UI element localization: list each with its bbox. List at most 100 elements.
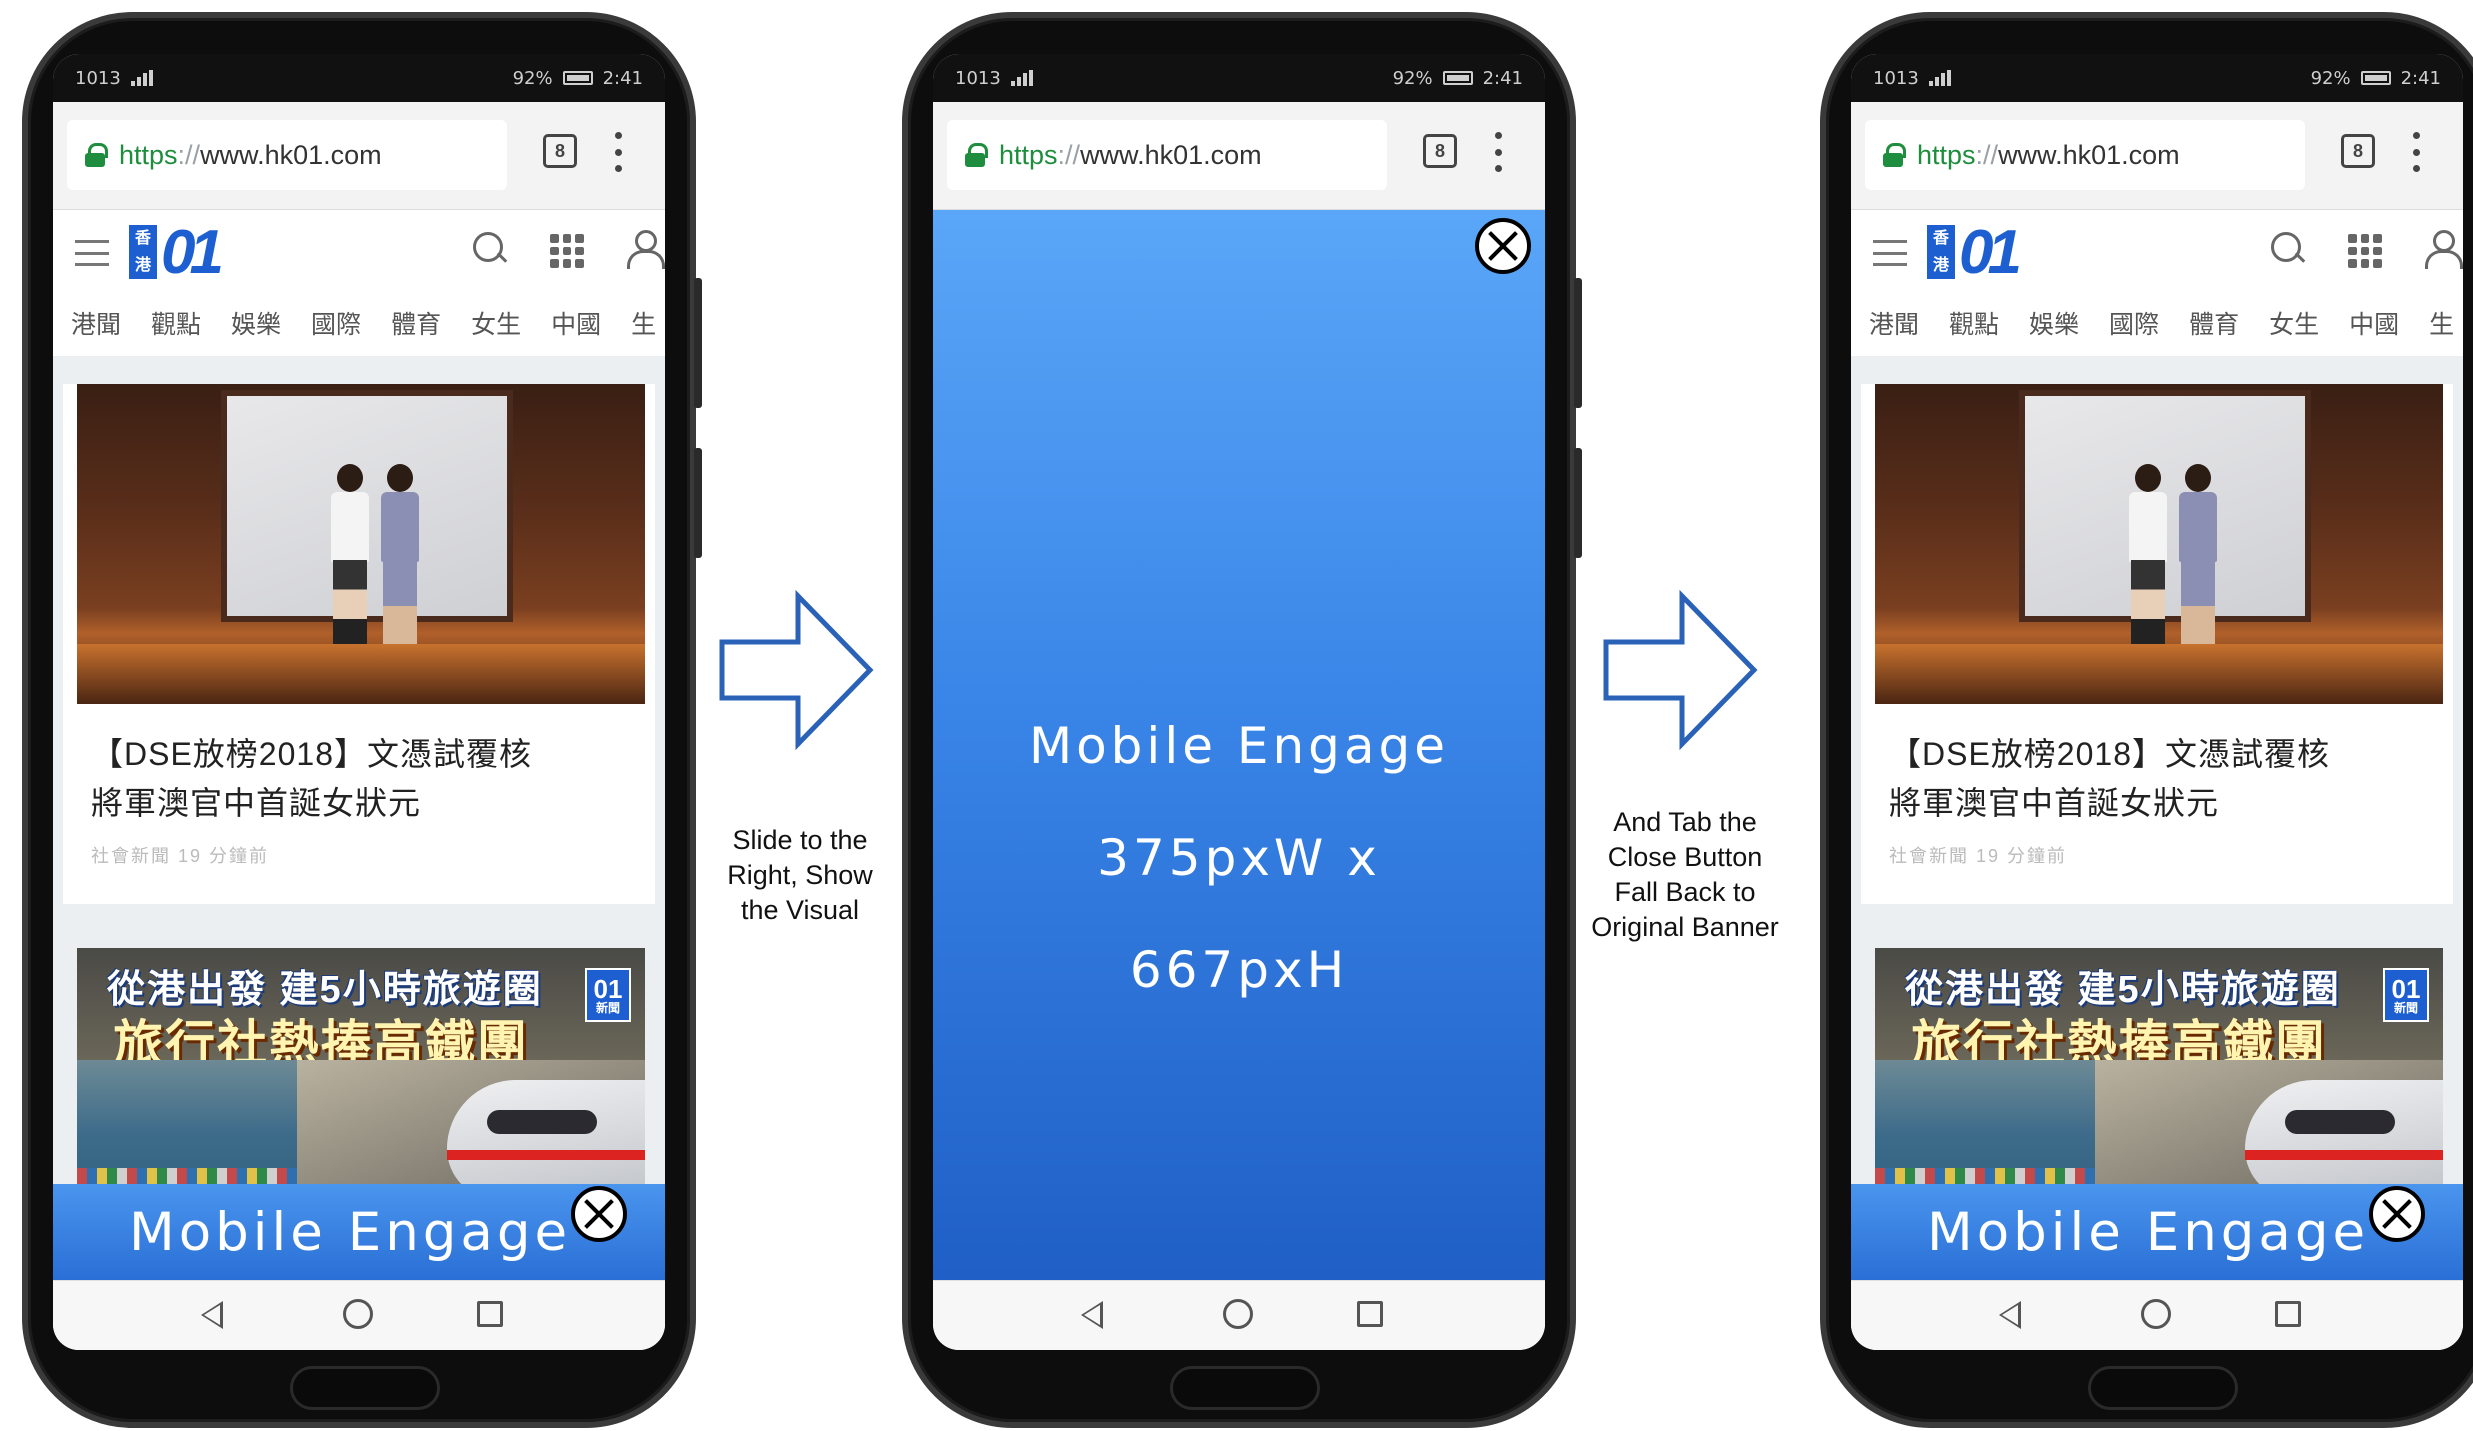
category-tab[interactable]: 中國 bbox=[551, 305, 601, 341]
tab-switcher-button[interactable]: 8 bbox=[543, 134, 577, 168]
promo-badge: 01 新聞 bbox=[2383, 968, 2429, 1022]
url-field[interactable]: https://www.hk01.com bbox=[947, 120, 1387, 190]
carrier-label: 1013 bbox=[955, 67, 1001, 89]
category-tab[interactable]: 觀點 bbox=[1949, 305, 1999, 341]
article-card[interactable]: 【DSE放榜2018】文憑試覆核 將軍澳官中首誕女狀元 社會新聞 19 分鐘前 bbox=[1861, 384, 2453, 904]
volume-button bbox=[1574, 278, 1582, 408]
category-tab[interactable]: 娛樂 bbox=[231, 305, 281, 341]
logo-text: 01 bbox=[161, 217, 224, 287]
battery-icon bbox=[1442, 71, 1473, 85]
category-tab[interactable]: 中國 bbox=[2349, 305, 2399, 341]
site-logo[interactable]: 香港 01 bbox=[1927, 218, 2067, 287]
step-caption: Slide to the Right, Show the Visual bbox=[700, 823, 900, 928]
category-nav: 港聞 觀點 娛樂 國際 體育 女生 中國 生 bbox=[53, 290, 665, 356]
category-tab[interactable]: 體育 bbox=[2189, 305, 2239, 341]
category-tab[interactable]: 女生 bbox=[2269, 305, 2319, 341]
headline-line: 【DSE放榜2018】文憑試覆核 bbox=[1889, 736, 2330, 772]
category-tab[interactable]: 港聞 bbox=[71, 305, 121, 341]
battery-icon bbox=[562, 71, 593, 85]
search-icon[interactable] bbox=[473, 232, 507, 266]
article-photo bbox=[77, 384, 645, 704]
close-icon[interactable] bbox=[1475, 218, 1531, 274]
recents-icon[interactable] bbox=[1357, 1301, 1383, 1327]
recents-icon[interactable] bbox=[2275, 1301, 2301, 1327]
more-menu-icon[interactable] bbox=[613, 132, 623, 172]
close-icon[interactable] bbox=[571, 1186, 627, 1242]
step-caption: And Tab the Close Button Fall Back to Or… bbox=[1580, 805, 1790, 945]
url-separator: :// bbox=[177, 139, 201, 170]
category-tab[interactable]: 生 bbox=[631, 305, 656, 341]
battery-percent: 92% bbox=[1392, 67, 1433, 89]
article-card[interactable]: 【DSE放榜2018】文憑試覆核 將軍澳官中首誕女狀元 社會新聞 19 分鐘前 bbox=[63, 384, 655, 904]
battery-percent: 92% bbox=[512, 67, 553, 89]
mobile-engage-banner[interactable]: Mobile Engage bbox=[1851, 1184, 2463, 1280]
recents-icon[interactable] bbox=[477, 1301, 503, 1327]
menu-icon[interactable] bbox=[1873, 240, 1907, 266]
hardware-home-button bbox=[2088, 1366, 2238, 1410]
more-menu-icon[interactable] bbox=[2411, 132, 2421, 172]
caption-line: the Visual bbox=[740, 895, 860, 925]
home-icon[interactable] bbox=[2141, 1299, 2171, 1329]
back-icon[interactable] bbox=[201, 1301, 223, 1329]
close-icon[interactable] bbox=[2369, 1186, 2425, 1242]
badge-number: 01 bbox=[2391, 974, 2421, 1004]
category-tab[interactable]: 女生 bbox=[471, 305, 521, 341]
user-icon[interactable] bbox=[2425, 230, 2463, 269]
logo-char: 港 bbox=[1932, 256, 1949, 274]
site-logo[interactable]: 香港 01 bbox=[129, 218, 269, 287]
status-bar: 1013 92% 2:41 bbox=[53, 54, 665, 102]
phone-mockup-restored: 1013 92% 2:41 https://www.hk01.com 8 香港 … bbox=[1820, 12, 2473, 1428]
carrier-label: 1013 bbox=[75, 67, 121, 89]
user-icon[interactable] bbox=[627, 230, 665, 269]
article-photo bbox=[1875, 384, 2443, 704]
logo-char: 香 bbox=[134, 229, 151, 247]
badge-label: 新聞 bbox=[2393, 1001, 2418, 1015]
category-tab[interactable]: 生 bbox=[2429, 305, 2454, 341]
category-tab[interactable]: 體育 bbox=[391, 305, 441, 341]
url-separator: :// bbox=[1975, 139, 1999, 170]
apps-grid-icon[interactable] bbox=[550, 234, 584, 268]
mobile-engage-banner[interactable]: Mobile Engage bbox=[53, 1184, 665, 1280]
battery-percent: 92% bbox=[2310, 67, 2351, 89]
site-header: 香港 01 bbox=[1851, 210, 2463, 290]
android-nav-bar bbox=[53, 1280, 665, 1350]
expanded-visual-overlay[interactable]: Mobile Engage 375pxW x 667pxH bbox=[933, 210, 1545, 1280]
phone-screen: 1013 92% 2:41 https://www.hk01.com 8 Mob… bbox=[933, 54, 1545, 1350]
hardware-home-button bbox=[290, 1366, 440, 1410]
search-icon[interactable] bbox=[2271, 232, 2305, 266]
arrow-right-icon bbox=[719, 590, 874, 750]
signal-icon bbox=[1928, 70, 1951, 86]
category-tab[interactable]: 國際 bbox=[311, 305, 361, 341]
url-scheme: https bbox=[1917, 139, 1976, 170]
url-host: www.hk01.com bbox=[1998, 139, 2180, 170]
apps-grid-icon[interactable] bbox=[2348, 234, 2382, 268]
category-tab[interactable]: 國際 bbox=[2109, 305, 2159, 341]
home-icon[interactable] bbox=[1223, 1299, 1253, 1329]
url-separator: :// bbox=[1057, 139, 1081, 170]
article-headline[interactable]: 【DSE放榜2018】文憑試覆核 將軍澳官中首誕女狀元 bbox=[1889, 730, 2429, 828]
category-tab[interactable]: 娛樂 bbox=[2029, 305, 2079, 341]
browser-toolbar: https://www.hk01.com 8 bbox=[1851, 102, 2463, 210]
article-headline[interactable]: 【DSE放榜2018】文憑試覆核 將軍澳官中首誕女狀元 bbox=[91, 730, 631, 828]
volume-button bbox=[694, 278, 702, 408]
power-button bbox=[694, 448, 702, 558]
home-icon[interactable] bbox=[343, 1299, 373, 1329]
more-menu-icon[interactable] bbox=[1493, 132, 1503, 172]
status-bar: 1013 92% 2:41 bbox=[933, 54, 1545, 102]
tab-switcher-button[interactable]: 8 bbox=[2341, 134, 2375, 168]
url-field[interactable]: https://www.hk01.com bbox=[67, 120, 507, 190]
logo-text: 01 bbox=[1959, 217, 2022, 287]
tab-switcher-button[interactable]: 8 bbox=[1423, 134, 1457, 168]
article-meta: 社會新聞 19 分鐘前 bbox=[91, 846, 270, 866]
menu-icon[interactable] bbox=[75, 240, 109, 266]
back-icon[interactable] bbox=[1081, 1301, 1103, 1329]
status-bar: 1013 92% 2:41 bbox=[1851, 54, 2463, 102]
category-tab[interactable]: 觀點 bbox=[151, 305, 201, 341]
category-tab[interactable]: 港聞 bbox=[1869, 305, 1919, 341]
browser-toolbar: https://www.hk01.com 8 bbox=[53, 102, 665, 210]
power-button bbox=[1574, 448, 1582, 558]
clock: 2:41 bbox=[602, 67, 643, 89]
url-field[interactable]: https://www.hk01.com bbox=[1865, 120, 2305, 190]
back-icon[interactable] bbox=[1999, 1301, 2021, 1329]
caption-line: Right, Show bbox=[727, 860, 873, 890]
